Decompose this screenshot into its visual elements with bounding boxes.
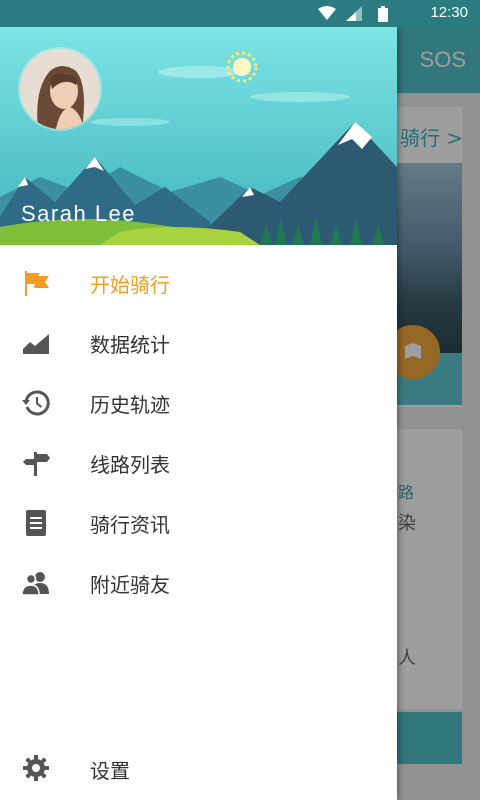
signal-icon [346,6,362,21]
menu-item-label: 附近骑友 [90,573,170,597]
gear-icon [23,755,49,781]
user-name: Sarah Lee [21,201,137,226]
menu-item-routes[interactable]: 线路列表 [0,433,397,493]
flag-icon [25,271,49,296]
menu-item-label: 数据统计 [90,333,170,357]
menu-item-label: 开始骑行 [90,273,170,297]
history-icon [22,390,50,416]
people-icon [22,572,49,596]
menu-item-label: 骑行资讯 [90,513,170,537]
menu-item-statistics[interactable]: 数据统计 [0,313,397,373]
drawer-header: Sarah Lee [0,27,397,245]
menu-item-start-ride[interactable]: 开始骑行 [0,253,397,313]
signpost-icon [23,452,50,476]
battery-icon [378,6,388,22]
settings-label: 设置 [90,759,130,783]
menu-item-nearby-riders[interactable]: 附近骑友 [0,553,397,613]
menu-item-news[interactable]: 骑行资讯 [0,493,397,553]
navigation-drawer: Sarah Lee 开始骑行 数据统计 历史轨迹 线路列表 骑行资讯 附近骑友 … [0,27,397,800]
settings-item[interactable]: 设置 [0,738,397,798]
drawer-menu: 开始骑行 数据统计 历史轨迹 线路列表 骑行资讯 附近骑友 [0,253,397,613]
wifi-icon [318,6,336,20]
status-bar: 12:30 [0,0,480,27]
user-photo [20,49,100,129]
menu-item-label: 线路列表 [90,453,170,477]
status-time: 12:30 [430,4,468,21]
area-chart-icon [23,334,49,354]
document-icon [26,510,46,536]
avatar[interactable] [20,49,100,129]
menu-item-label: 历史轨迹 [90,393,170,417]
menu-item-history[interactable]: 历史轨迹 [0,373,397,433]
